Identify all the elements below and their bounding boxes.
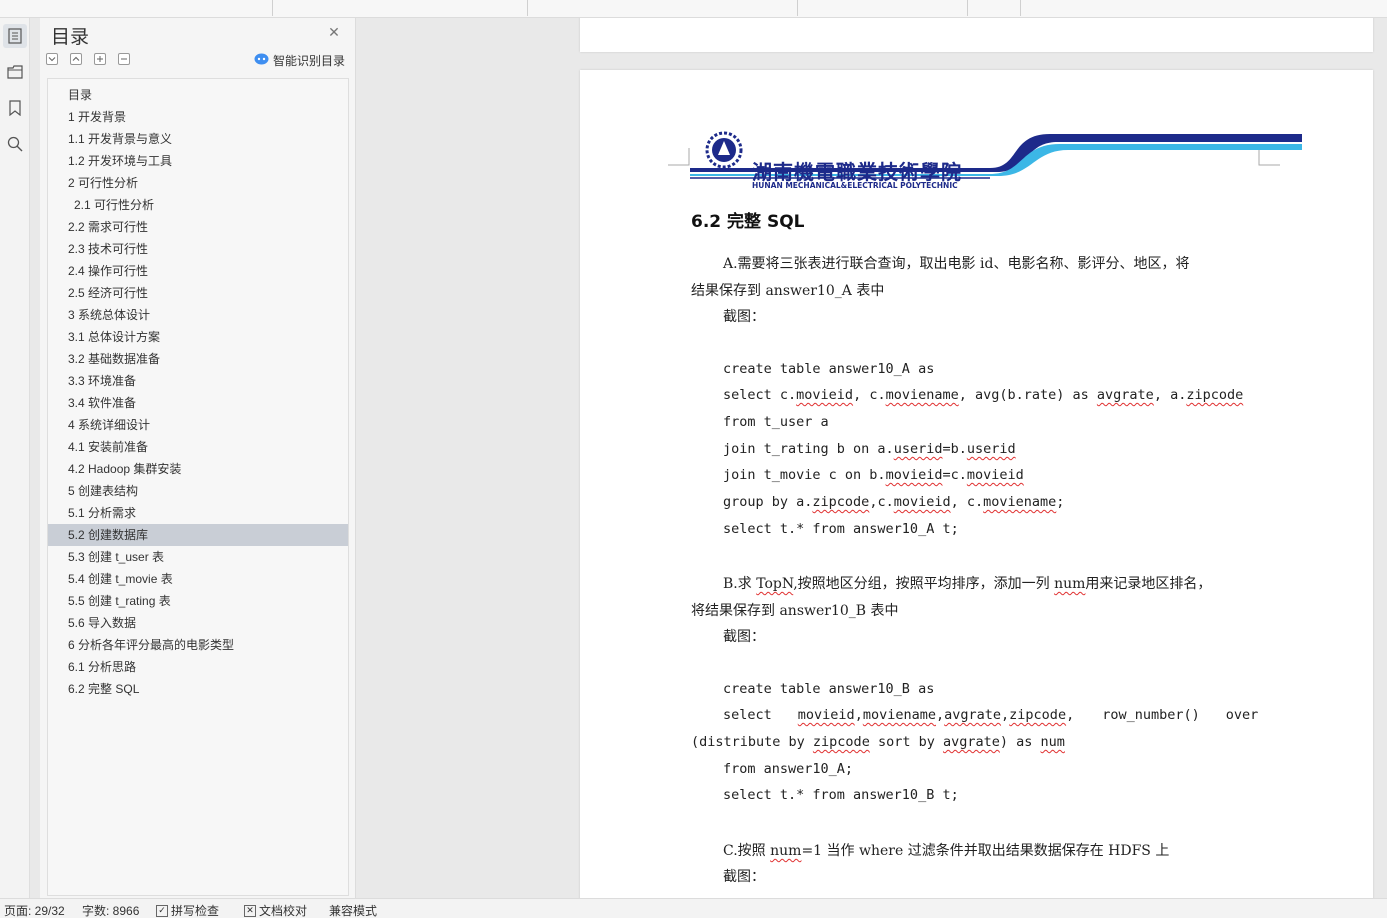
toc-item[interactable]: 3 系统总体设计 xyxy=(48,304,348,326)
paragraph-a-line2: 结果保存到 answer10_A 表中 xyxy=(691,283,885,299)
paragraph-b-line1: B.求 TopN,按照地区分组，按照平均排序，添加一列 num用来记录地区排名， xyxy=(723,576,1212,592)
toc-item[interactable]: 3.3 环境准备 xyxy=(48,370,348,392)
toc-item[interactable]: 5 创建表结构 xyxy=(48,480,348,502)
toc-item[interactable]: 2.4 操作可行性 xyxy=(48,260,348,282)
outline-panel: 目录 ✕ 智能识别目录 目录 1 开发背景 1.1 开发背景与意义 1.2 开发环境与… xyxy=(40,18,356,898)
ribbon-separator xyxy=(527,0,528,16)
toc-item[interactable]: 1 开发背景 xyxy=(48,106,348,128)
bookmark-icon[interactable] xyxy=(3,96,27,120)
spellcheck-button[interactable]: ✓ 拼写检查 xyxy=(156,902,219,918)
sql-line: from answer10_A; xyxy=(723,761,854,777)
expand-level-button[interactable] xyxy=(94,53,106,65)
toc-item[interactable]: 2.2 需求可行性 xyxy=(48,216,348,238)
toc-item[interactable]: 4.1 安装前准备 xyxy=(48,436,348,458)
spellcheck-icon: ✓ xyxy=(156,904,168,917)
toc-item[interactable]: 2 可行性分析 xyxy=(48,172,348,194)
toc-item[interactable]: 4 系统详细设计 xyxy=(48,414,348,436)
expand-all-button[interactable] xyxy=(46,53,58,65)
sql-line: create table answer10_A as xyxy=(723,361,935,377)
paragraph-c-line1: C.按照 num=1 当作 where 过滤条件并取出结果数据保存在 HDFS … xyxy=(723,843,1170,859)
sql-line: from t_user a xyxy=(723,414,829,430)
toc-item[interactable]: 4.2 Hadoop 集群安装 xyxy=(48,458,348,480)
toc-item[interactable]: 2.3 技术可行性 xyxy=(48,238,348,260)
proofread-icon: ✕ xyxy=(244,904,256,917)
ribbon-separator xyxy=(272,0,273,16)
toc-item[interactable]: 6.2 完整 SQL xyxy=(48,678,348,700)
ribbon-separator xyxy=(967,0,968,16)
toc-item[interactable]: 1.1 开发背景与意义 xyxy=(48,128,348,150)
crop-mark xyxy=(668,148,690,166)
smart-toc-icon xyxy=(254,53,269,68)
sql-line: group by a.zipcode,c.movieid, c.movienam… xyxy=(723,494,1065,510)
toc-item[interactable]: 2.1 可行性分析 xyxy=(48,194,348,216)
screenshot-label: 截图： xyxy=(723,629,765,645)
toc-item[interactable]: 3.1 总体设计方案 xyxy=(48,326,348,348)
outline-icon[interactable] xyxy=(3,24,27,48)
collapse-all-button[interactable] xyxy=(70,53,82,65)
toc-item[interactable]: 2.5 经济可行性 xyxy=(48,282,348,304)
sql-line: join t_movie c on b.movieid=c.movieid xyxy=(723,467,1024,483)
paragraph-a-line1: A.需要将三张表进行联合查询，取出电影 id、电影名称、影评分、地区，将 xyxy=(723,256,1190,272)
toc-list: 目录 1 开发背景 1.1 开发背景与意义 1.2 开发环境与工具 2 可行性分析 2.1… xyxy=(48,84,348,700)
toc-item[interactable]: 3.4 软件准备 xyxy=(48,392,348,414)
sql-line: create table answer10_B as xyxy=(723,681,935,697)
status-bar: 页面: 29/32 字数: 8966 ✓ 拼写检查 ✕ 文档校对 兼容模式 xyxy=(0,898,1387,918)
collapse-level-button[interactable] xyxy=(118,53,130,65)
sql-line: select t.* from answer10_A t; xyxy=(723,521,959,537)
toc-item[interactable]: 5.2 创建数据库 xyxy=(48,524,348,546)
screenshot-label: 截图： xyxy=(723,869,765,885)
section-heading: 6.2 完整 SQL xyxy=(691,212,805,232)
sql-line: join t_rating b on a.userid=b.userid xyxy=(723,441,1016,457)
toc-item[interactable]: 5.5 创建 t_rating 表 xyxy=(48,590,348,612)
toc-item[interactable]: 5.4 创建 t_movie 表 xyxy=(48,568,348,590)
outline-title: 目录 xyxy=(51,26,90,48)
toc-item[interactable]: 5.6 导入数据 xyxy=(48,612,348,634)
sql-line: (distribute by zipcode sort by avgrate) … xyxy=(691,734,1065,750)
toc-item[interactable]: 6.1 分析思路 xyxy=(48,656,348,678)
toc-item[interactable]: 5.3 创建 t_user 表 xyxy=(48,546,348,568)
logo-english-name: HUNAN MECHANICAL&ELECTRICAL POLYTECHNIC xyxy=(752,181,958,190)
toc-item[interactable]: 目录 xyxy=(48,84,348,106)
close-icon[interactable]: ✕ xyxy=(327,25,341,39)
sql-line: select movieid,moviename,avgrate,zipcode,… xyxy=(723,707,1259,723)
search-icon[interactable] xyxy=(3,132,27,156)
toc-container: 目录 1 开发背景 1.1 开发背景与意义 1.2 开发环境与工具 2 可行性分析 2.1… xyxy=(47,78,349,896)
paragraph-b-line2: 将结果保存到 answer10_B 表中 xyxy=(691,603,899,619)
toc-item[interactable]: 1.2 开发环境与工具 xyxy=(48,150,348,172)
sql-line: select t.* from answer10_B t; xyxy=(723,787,959,803)
proofread-label: 文档校对 xyxy=(259,904,308,918)
ribbon-separator xyxy=(1020,0,1021,16)
page-count[interactable]: 页面: 29/32 xyxy=(4,902,65,918)
screenshot-label: 截图： xyxy=(723,309,765,325)
compat-mode[interactable]: 兼容模式 xyxy=(329,902,377,918)
smart-toc-button[interactable]: 智能识别目录 xyxy=(254,52,345,68)
ribbon-strip xyxy=(0,0,1387,18)
smart-toc-label: 智能识别目录 xyxy=(273,53,346,68)
document-area[interactable]: 湖南機電職業技術學院 HUNAN MECHANICAL&ELECTRICAL P… xyxy=(357,18,1387,898)
proofread-button[interactable]: ✕ 文档校对 xyxy=(244,902,307,918)
navigation-icon[interactable] xyxy=(3,60,27,84)
ribbon-separator xyxy=(797,0,798,16)
previous-page xyxy=(580,18,1373,52)
sql-line: select c.movieid, c.moviename, avg(b.rat… xyxy=(723,387,1244,403)
toc-item[interactable]: 6 分析各年评分最高的电影类型 xyxy=(48,634,348,656)
spellcheck-label: 拼写检查 xyxy=(171,904,220,918)
toc-item[interactable]: 3.2 基础数据准备 xyxy=(48,348,348,370)
side-rail xyxy=(0,18,30,898)
toc-item[interactable]: 5.1 分析需求 xyxy=(48,502,348,524)
document-page[interactable]: 湖南機電職業技術學院 HUNAN MECHANICAL&ELECTRICAL P… xyxy=(580,70,1373,898)
word-count[interactable]: 字数: 8966 xyxy=(82,902,139,918)
